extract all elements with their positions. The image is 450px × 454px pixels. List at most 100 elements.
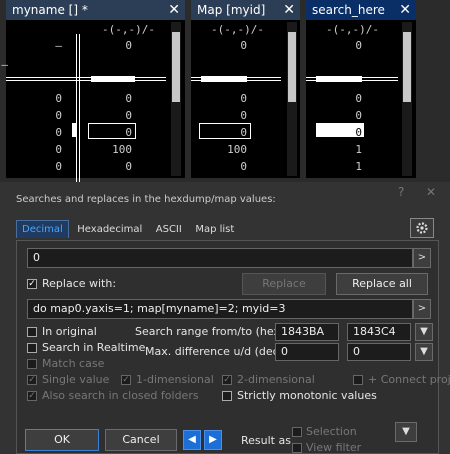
pane-grid: -(-,-)/- – 0 – 0 0 0 0 0 0 0 100 0 0	[1, 20, 185, 184]
range-from-input[interactable]: 1843BA	[275, 323, 339, 341]
one-dimensional-label: 1-dimensional	[136, 373, 214, 386]
closed-folders-checkbox[interactable]: ✓	[27, 391, 37, 401]
max-difference-label: Max. difference u/d (dec)	[145, 345, 283, 358]
max-diff-up-input[interactable]: 0	[275, 343, 339, 361]
next-arrow-icon[interactable]: ▶	[204, 430, 222, 450]
tab-bar: Decimal Hexadecimal ASCII Map list	[16, 220, 239, 240]
cell: 1	[355, 143, 362, 156]
cell: 0	[355, 126, 362, 139]
close-icon[interactable]: ✕	[283, 0, 295, 20]
result-as-label: Result as	[241, 434, 291, 447]
strictly-monotonic-label: Strictly monotonic values	[237, 389, 377, 402]
connect-project-label: + Connect project	[368, 373, 450, 386]
crosshair-horizontal	[6, 77, 166, 78]
tab-hexadecimal[interactable]: Hexadecimal	[72, 221, 147, 238]
close-icon[interactable]: ✕	[168, 0, 180, 20]
search-realtime-label: Search in Realtime	[42, 341, 146, 354]
closed-folders-label: Also search in closed folders	[42, 389, 199, 402]
search-replace-dialog: ? ✕ Searches and replaces in the hexdump…	[0, 182, 450, 454]
search-value-input[interactable]: 0	[27, 248, 413, 268]
cell: 0	[355, 109, 362, 122]
marker-bar	[201, 76, 247, 82]
cell: 0	[125, 39, 132, 52]
search-realtime-checkbox[interactable]	[27, 343, 37, 353]
two-dimensional-label: 2-dimensional	[237, 373, 315, 386]
scrollbar[interactable]	[171, 22, 181, 176]
cell: 0	[125, 92, 132, 105]
match-case-label: Match case	[42, 357, 105, 370]
replace-value-input[interactable]: do map0.yaxis=1; map[myname]=2; myid=3	[27, 299, 413, 319]
cell: 0	[240, 92, 247, 105]
search-range-label: Search range from/to (hex)	[135, 325, 285, 338]
decimal-tab-panel: 0 > ✓ Replace with: Replace Replace all …	[16, 240, 450, 454]
range-to-input[interactable]: 1843C4	[347, 323, 411, 341]
map-pane-myid[interactable]: Map [myid] ✕ -(-,-)/- 0 0 0 0 100 0	[191, 0, 300, 178]
pane-title: Map [myid]	[197, 3, 266, 17]
selection-checkbox[interactable]	[292, 427, 302, 437]
cell: 0	[355, 39, 362, 52]
cancel-button[interactable]: Cancel	[105, 429, 177, 451]
cell: 0	[240, 39, 247, 52]
replace-with-checkbox[interactable]: ✓	[27, 279, 37, 289]
cell: 0	[355, 92, 362, 105]
pane-title: search_here	[312, 3, 385, 17]
pane-title: myname [] *	[12, 3, 88, 17]
single-value-checkbox[interactable]: ✓	[27, 375, 37, 385]
replace-button[interactable]: Replace	[242, 273, 326, 295]
one-dimensional-checkbox[interactable]: ✓	[121, 375, 131, 385]
pane-grid: -(-,-)/- 0 0 0 0 1 1	[306, 20, 416, 178]
crosshair-horizontal	[6, 80, 166, 81]
scrollbar[interactable]	[402, 22, 412, 176]
close-icon[interactable]: ✕	[426, 185, 436, 199]
pane-grid: -(-,-)/- 0 0 0 0 100 0	[191, 20, 300, 178]
cell: 0	[55, 126, 62, 139]
marker-bar	[91, 76, 135, 82]
map-pane-search-here[interactable]: search_here ✕ -(-,-)/- 0 0 0 0 1 1	[306, 0, 416, 178]
tab-map-list[interactable]: Map list	[190, 221, 239, 238]
range-dropdown-button[interactable]: ▼	[415, 323, 433, 341]
search-history-button[interactable]: >	[413, 248, 431, 268]
connect-project-checkbox[interactable]	[353, 375, 363, 385]
previous-arrow-icon[interactable]: ◀	[183, 430, 201, 450]
cell: 0	[125, 126, 132, 139]
in-original-checkbox[interactable]	[27, 327, 37, 337]
strictly-monotonic-checkbox[interactable]	[222, 391, 232, 401]
match-case-checkbox[interactable]	[27, 359, 37, 369]
scrollbar[interactable]	[287, 22, 297, 176]
cell: –	[1, 58, 8, 71]
close-icon[interactable]: ✕	[399, 0, 411, 20]
cell: 0	[240, 126, 247, 139]
tab-decimal[interactable]: Decimal	[16, 220, 69, 238]
single-value-label: Single value	[42, 373, 110, 386]
view-filter-checkbox[interactable]	[292, 443, 302, 453]
crosshair-vertical	[79, 34, 80, 184]
settings-gear-icon[interactable]	[410, 218, 434, 238]
cell: 0	[55, 160, 62, 173]
help-button[interactable]: ?	[398, 185, 404, 199]
cell: 0	[125, 109, 132, 122]
cell: 0	[55, 109, 62, 122]
column-header: -(-,-)/-	[326, 23, 379, 36]
two-dimensional-checkbox[interactable]: ✓	[222, 375, 232, 385]
pane-tab-myname[interactable]: myname [] * ✕	[6, 0, 185, 20]
max-diff-down-input[interactable]: 0	[347, 343, 411, 361]
scrollbar-thumb[interactable]	[288, 32, 296, 102]
column-header: -(-,-)/-	[211, 23, 264, 36]
cell: 0	[55, 92, 62, 105]
max-diff-dropdown-button[interactable]: ▼	[415, 343, 433, 361]
marker-bar	[316, 76, 362, 82]
scrollbar-thumb[interactable]	[403, 32, 411, 102]
scrollbar-thumb[interactable]	[172, 32, 180, 102]
replace-with-label: Replace with:	[42, 277, 117, 290]
cell: 0	[240, 160, 247, 173]
map-pane-myname[interactable]: myname [] * ✕ -(-,-)/- – 0 – 0 0 0 0 0 0…	[1, 0, 185, 184]
in-original-label: In original	[42, 325, 97, 338]
ok-button[interactable]: OK	[25, 429, 99, 451]
replace-all-button[interactable]: Replace all	[336, 273, 428, 295]
pane-tab-search-here[interactable]: search_here ✕	[306, 0, 416, 20]
result-as-dropdown-button[interactable]: ▼	[395, 422, 417, 442]
replace-history-button[interactable]: >	[413, 299, 431, 319]
pane-tab-myid[interactable]: Map [myid] ✕	[191, 0, 300, 20]
cell: 100	[227, 143, 247, 156]
tab-ascii[interactable]: ASCII	[151, 221, 187, 238]
